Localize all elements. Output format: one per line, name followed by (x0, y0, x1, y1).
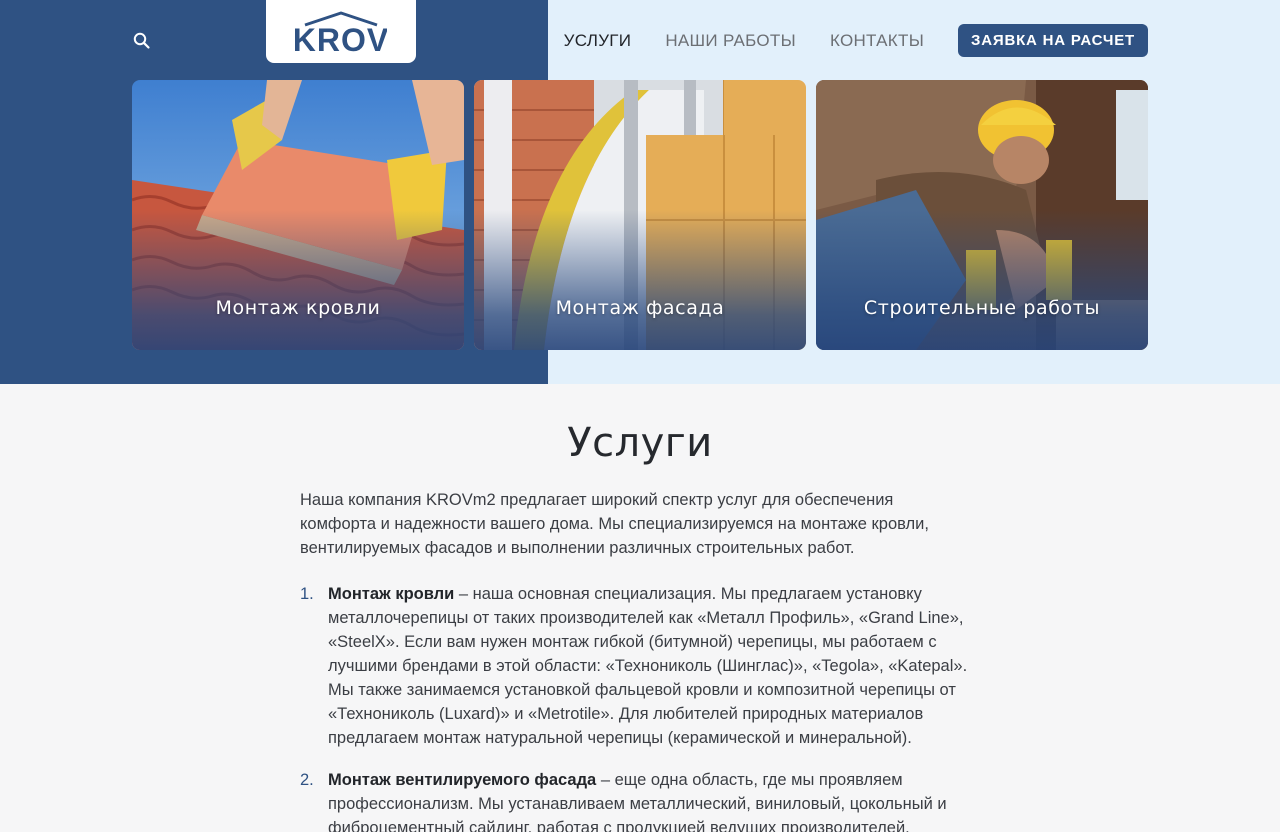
card-shade (474, 210, 806, 350)
search-icon[interactable] (131, 30, 153, 52)
card-shade (132, 210, 464, 350)
intro-paragraph: Наша компания KROVm2 предлагает широкий … (300, 491, 929, 557)
card-title: Строительные работы (863, 297, 1101, 319)
hero-section: KROV УСЛУГИ НАШИ РАБОТЫ КОНТАКТЫ ЗАЯВКА … (0, 0, 1280, 384)
page-title: Услуги (567, 420, 713, 466)
service-card-construction[interactable]: Строительные работы (816, 80, 1148, 350)
nav-link-contacts[interactable]: КОНТАКТЫ (830, 24, 924, 57)
services-list: 1. Монтаж кровли – наша основная специал… (300, 582, 990, 832)
list-item: 1. Монтаж кровли – наша основная специал… (300, 582, 980, 750)
service-card-facade[interactable]: Монтаж фасада (474, 80, 806, 350)
card-title: Монтаж кровли (215, 297, 381, 319)
card-shade (816, 210, 1148, 350)
list-item-number: 1. (300, 585, 314, 603)
services-section: Услуги Наша компания KROVm2 предлагает ш… (300, 384, 990, 832)
logo[interactable]: KROV (266, 0, 416, 63)
nav-link-services[interactable]: УСЛУГИ (564, 24, 632, 57)
logo-mark: KROV (295, 11, 387, 57)
list-item-heading: Монтаж вентилируемого фасада (328, 771, 597, 789)
list-item-number: 2. (300, 771, 314, 789)
main-nav: УСЛУГИ НАШИ РАБОТЫ КОНТАКТЫ ЗАЯВКА НА РА… (530, 24, 1148, 57)
nav-link-works[interactable]: НАШИ РАБОТЫ (665, 24, 796, 57)
list-item-heading: Монтаж кровли (328, 585, 455, 603)
card-title: Монтаж фасада (555, 297, 725, 319)
logo-text: KROV (295, 22, 387, 57)
list-item: 2. Монтаж вентилируемого фасада – еще од… (300, 768, 980, 832)
service-card-roofing[interactable]: Монтаж кровли (132, 80, 464, 350)
list-item-text: – наша основная специализация. Мы предла… (328, 585, 968, 747)
request-quote-button[interactable]: ЗАЯВКА НА РАСЧЕТ (958, 24, 1148, 57)
